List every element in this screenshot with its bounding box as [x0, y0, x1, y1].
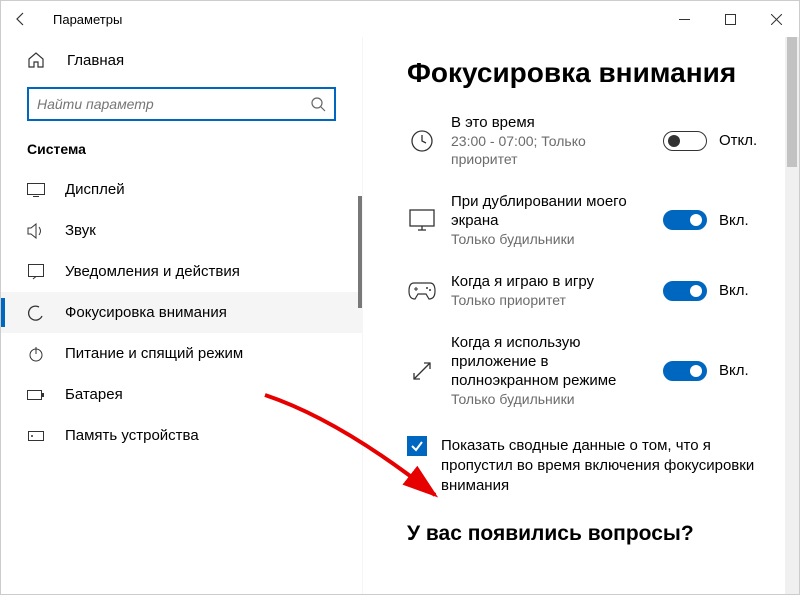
sidebar-item-display[interactable]: Дисплей — [1, 169, 362, 210]
content-area: Фокусировка внимания В это время 23:00 -… — [363, 37, 799, 594]
search-icon — [310, 96, 326, 112]
minimize-button[interactable] — [661, 1, 707, 37]
toggle-label: Вкл. — [719, 362, 749, 379]
toggle-label: Вкл. — [719, 282, 749, 299]
summary-checkbox[interactable] — [407, 436, 427, 456]
sidebar-item-battery[interactable]: Батарея — [1, 374, 362, 415]
sidebar-item-label: Память устройства — [65, 427, 199, 444]
help-heading: У вас появились вопросы? — [407, 522, 769, 546]
sidebar-item-label: Дисплей — [65, 181, 125, 198]
toggle-duplicating-display[interactable] — [663, 210, 707, 230]
sidebar-item-sound[interactable]: Звук — [1, 210, 362, 251]
sidebar-item-label: Уведомления и действия — [65, 263, 240, 280]
rule-title: Когда я использую приложение в полноэкра… — [451, 333, 653, 390]
rule-duplicating-display[interactable]: При дублировании моего экрана Только буд… — [407, 192, 769, 248]
display-icon — [27, 183, 45, 197]
rule-gaming[interactable]: Когда я играю в игру Только приоритет Вк… — [407, 272, 769, 309]
rule-during-hours[interactable]: В это время 23:00 - 07:00; Только приори… — [407, 113, 769, 168]
home-icon — [27, 51, 45, 69]
battery-icon — [27, 389, 45, 401]
rule-sub: 23:00 - 07:00; Только приоритет — [451, 132, 653, 168]
monitor-icon — [407, 209, 437, 231]
gamepad-icon — [407, 282, 437, 300]
rule-title: При дублировании моего экрана — [451, 192, 653, 230]
toggle-label: Откл. — [719, 132, 757, 149]
window-title: Параметры — [53, 12, 122, 27]
sidebar-item-focus-assist[interactable]: Фокусировка внимания — [1, 292, 362, 333]
sidebar-item-label: Фокусировка внимания — [65, 304, 227, 321]
content-scrollbar[interactable] — [785, 37, 799, 594]
sidebar-item-label: Звук — [65, 222, 96, 239]
search-input[interactable] — [27, 87, 336, 121]
toggle-gaming[interactable] — [663, 281, 707, 301]
rule-sub: Только приоритет — [451, 291, 653, 309]
notifications-icon — [27, 264, 45, 280]
rule-sub: Только будильники — [451, 230, 653, 248]
sidebar-item-label: Батарея — [65, 386, 123, 403]
sidebar-item-label: Питание и спящий режим — [65, 345, 243, 362]
home-link[interactable]: Главная — [1, 43, 362, 77]
toggle-label: Вкл. — [719, 212, 749, 229]
page-title: Фокусировка внимания — [407, 57, 769, 89]
rule-title: Когда я играю в игру — [451, 272, 653, 291]
titlebar: Параметры — [1, 1, 799, 37]
rule-fullscreen[interactable]: Когда я использую приложение в полноэкра… — [407, 333, 769, 408]
back-button[interactable] — [11, 11, 31, 27]
sidebar-item-power[interactable]: Питание и спящий режим — [1, 333, 362, 374]
toggle-fullscreen[interactable] — [663, 361, 707, 381]
storage-icon — [27, 428, 45, 444]
sidebar: Главная Система Дисплей Звук — [1, 37, 363, 594]
fullscreen-icon — [407, 360, 437, 382]
rule-title: В это время — [451, 113, 653, 132]
close-button[interactable] — [753, 1, 799, 37]
sidebar-scrollbar[interactable] — [358, 196, 362, 308]
search-field[interactable] — [37, 96, 310, 112]
power-icon — [27, 346, 45, 362]
sound-icon — [27, 223, 45, 239]
sidebar-item-notifications[interactable]: Уведомления и действия — [1, 251, 362, 292]
rule-sub: Только будильники — [451, 390, 653, 408]
toggle-during-hours[interactable] — [663, 131, 707, 151]
home-label: Главная — [67, 52, 124, 69]
summary-checkbox-label: Показать сводные данные о том, что я про… — [441, 436, 769, 496]
group-label: Система — [1, 135, 362, 169]
focus-assist-icon — [27, 305, 45, 321]
sidebar-item-storage[interactable]: Память устройства — [1, 415, 362, 456]
maximize-button[interactable] — [707, 1, 753, 37]
clock-icon — [407, 129, 437, 153]
